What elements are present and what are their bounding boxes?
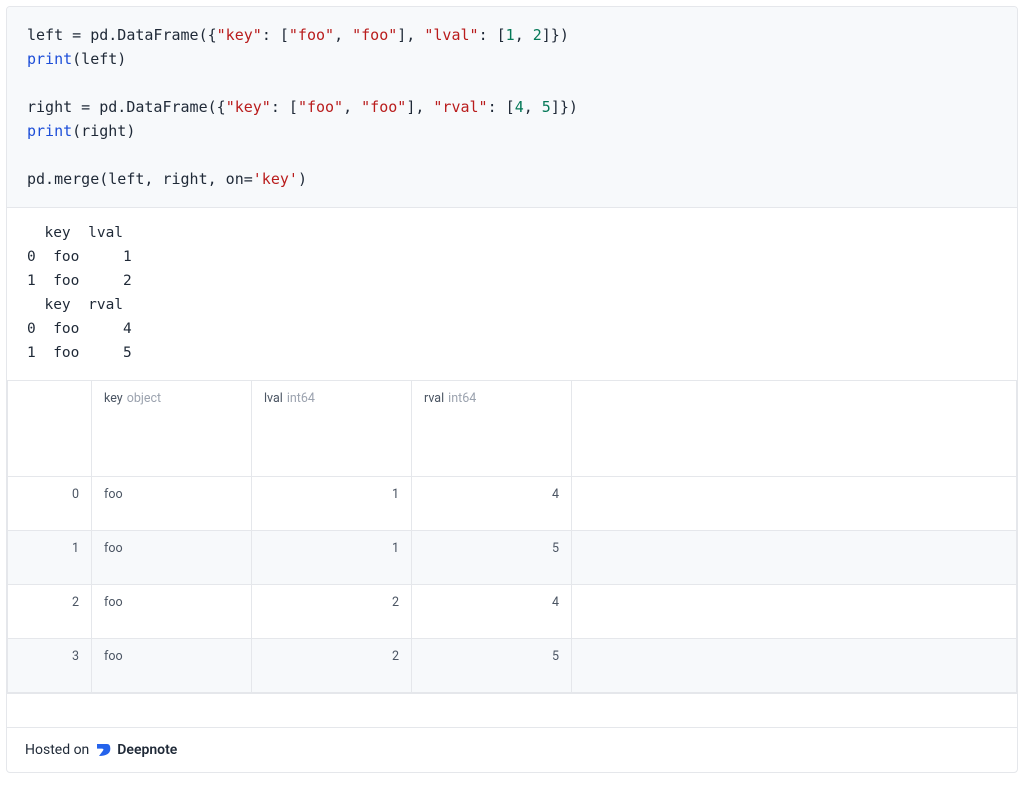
cell-key: foo	[92, 477, 251, 512]
code-token: 1	[506, 26, 515, 44]
code-token: (right)	[72, 122, 135, 140]
code-token: ,	[515, 26, 533, 44]
table-header-filler	[572, 380, 1017, 476]
column-dtype: int64	[448, 391, 476, 406]
code-token: : [	[262, 26, 289, 44]
cell-lval: 1	[252, 477, 411, 512]
code-token: "foo"	[361, 98, 406, 116]
code-token: ,	[524, 98, 542, 116]
cell-key: foo	[92, 585, 251, 620]
code-token: right	[27, 98, 72, 116]
cell-index: 2	[8, 585, 91, 620]
code-token: = pd.DataFrame({	[72, 98, 226, 116]
code-token: left	[27, 26, 63, 44]
code-token: print	[27, 122, 72, 140]
table-header-key[interactable]: key object	[92, 380, 252, 476]
code-token: 4	[515, 98, 524, 116]
cell-key: foo	[92, 531, 251, 566]
code-token: : [	[488, 98, 515, 116]
code-token: "lval"	[424, 26, 478, 44]
code-token: "foo"	[289, 26, 334, 44]
cell-rval: 4	[412, 585, 571, 620]
table-header-lval[interactable]: lval int64	[252, 380, 412, 476]
code-token: print	[27, 50, 72, 68]
table-row[interactable]: 1 foo 1 5	[8, 530, 1017, 584]
code-token: ],	[397, 26, 424, 44]
table-header-index	[8, 380, 92, 476]
table-row[interactable]: 0 foo 1 4	[8, 476, 1017, 530]
table-row[interactable]: 2 foo 2 4	[8, 584, 1017, 638]
column-name: lval	[264, 391, 283, 406]
code-cell[interactable]: left = pd.DataFrame({"key": ["foo", "foo…	[7, 7, 1017, 208]
code-token: 2	[533, 26, 542, 44]
cell-index: 0	[8, 477, 91, 512]
cell-rval: 4	[412, 477, 571, 512]
cell-lval: 2	[252, 639, 411, 674]
cell-rval: 5	[412, 531, 571, 566]
hosted-on-label: Hosted on	[25, 742, 89, 758]
code-token: "key"	[226, 98, 271, 116]
column-dtype: int64	[287, 391, 315, 406]
notebook-cell-container: left = pd.DataFrame({"key": ["foo", "foo…	[6, 6, 1018, 773]
code-token: "foo"	[298, 98, 343, 116]
cell-key: foo	[92, 639, 251, 674]
cell-index: 1	[8, 531, 91, 566]
code-token: "key"	[217, 26, 262, 44]
code-token: pd.merge(left, right, on=	[27, 170, 253, 188]
table-header-rval[interactable]: rval int64	[412, 380, 572, 476]
stdout-output: key lval 0 foo 1 1 foo 2 key rval 0 foo …	[7, 208, 1017, 380]
code-token: "foo"	[352, 26, 397, 44]
hosted-footer: Hosted on Deepnote	[7, 727, 1017, 772]
code-token: ,	[343, 98, 361, 116]
cell-index: 3	[8, 639, 91, 674]
code-token: "rval"	[433, 98, 487, 116]
code-token: )	[298, 170, 307, 188]
cell-lval: 2	[252, 585, 411, 620]
table-footer-spacer	[7, 693, 1017, 727]
code-token: (left)	[72, 50, 126, 68]
code-token: ]})	[542, 26, 569, 44]
cell-lval: 1	[252, 531, 411, 566]
code-token: = pd.DataFrame({	[63, 26, 217, 44]
brand-name[interactable]: Deepnote	[117, 742, 177, 758]
code-token: ],	[406, 98, 433, 116]
code-token: 5	[542, 98, 551, 116]
deepnote-logo-icon	[95, 742, 111, 758]
dataframe-output: key object lval int64 rval int64 0	[7, 380, 1017, 693]
table-header-row: key object lval int64 rval int64	[8, 380, 1017, 476]
column-name: key	[104, 391, 123, 406]
code-token: ]})	[551, 98, 578, 116]
table-row[interactable]: 3 foo 2 5	[8, 638, 1017, 692]
column-dtype: object	[127, 391, 161, 406]
cell-rval: 5	[412, 639, 571, 674]
code-token: : [	[271, 98, 298, 116]
code-token: ,	[334, 26, 352, 44]
code-token: 'key'	[253, 170, 298, 188]
code-token: : [	[479, 26, 506, 44]
column-name: rval	[424, 391, 444, 406]
